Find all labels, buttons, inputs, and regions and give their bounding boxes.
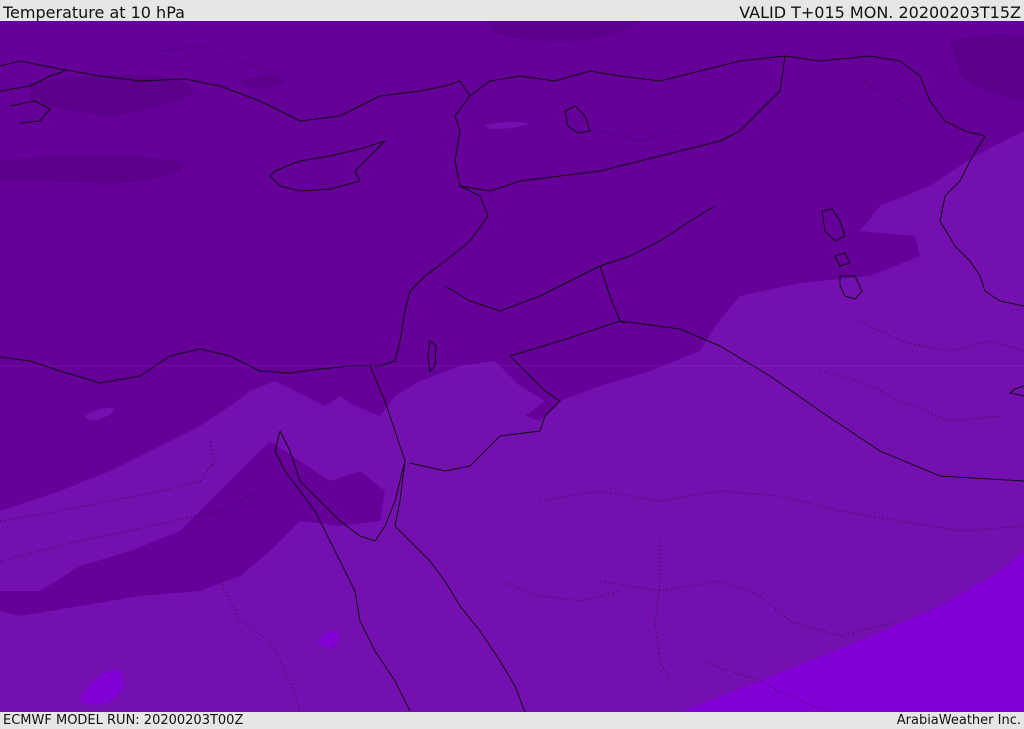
map-canvas <box>0 21 1024 712</box>
model-run-label: ECMWF MODEL RUN: 20200203T00Z <box>3 713 244 728</box>
header-bar: Temperature at 10 hPa VALID T+015 MON. 2… <box>0 0 1024 22</box>
footer-bar: ECMWF MODEL RUN: 20200203T00Z ArabiaWeat… <box>0 712 1024 729</box>
credit-label: ArabiaWeather Inc. <box>896 713 1021 728</box>
weather-map-page: Temperature at 10 hPa VALID T+015 MON. 2… <box>0 0 1024 729</box>
temperature-map[interactable] <box>0 21 1024 712</box>
